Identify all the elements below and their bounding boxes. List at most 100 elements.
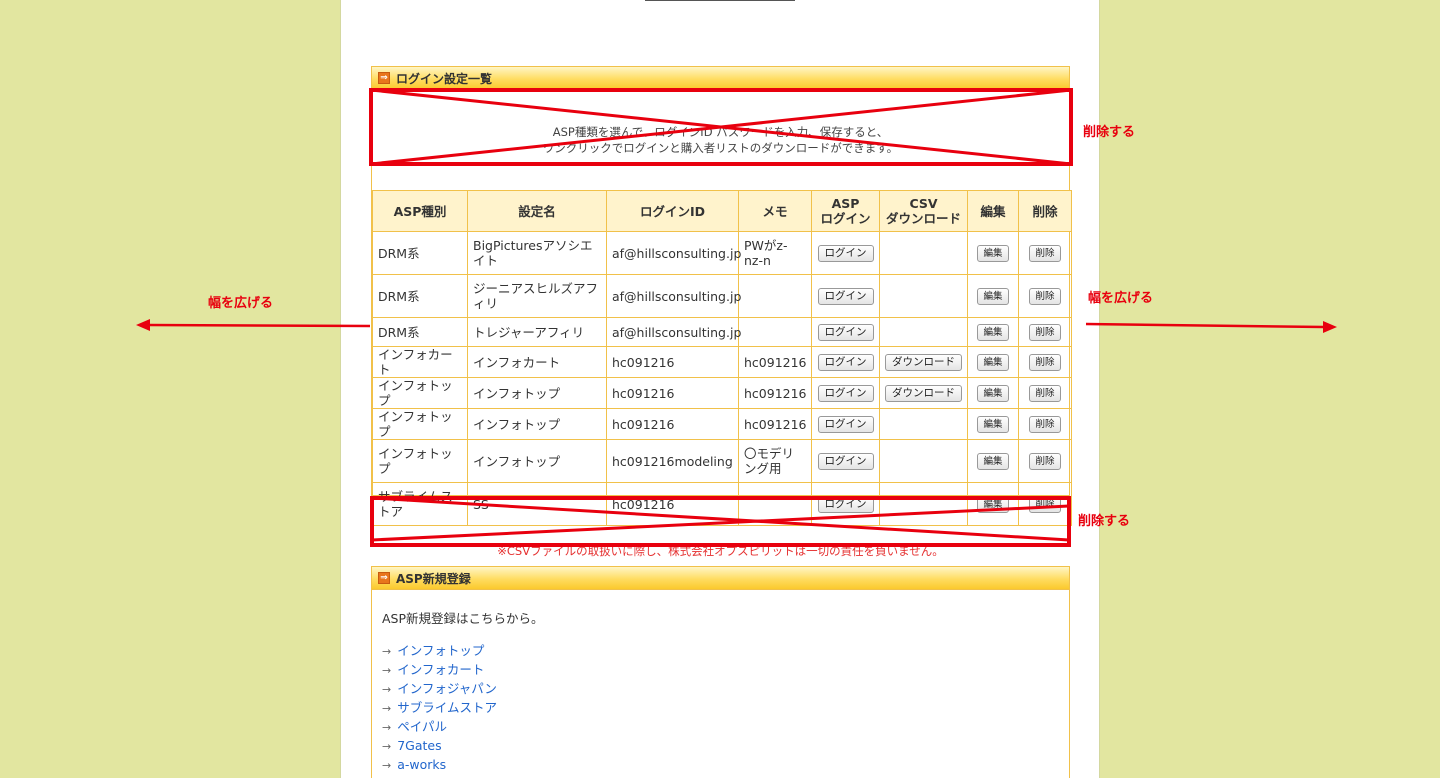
col-asp-type: ASP種別 xyxy=(372,190,468,232)
cell-asp-login: ログイン xyxy=(811,482,880,526)
list-item: → インフォトップ xyxy=(382,641,1059,660)
arrow-right-icon: → xyxy=(382,759,392,772)
list-item: → a-works xyxy=(382,755,1059,774)
delete-button[interactable]: 削除 xyxy=(1029,354,1061,371)
cell-login-id: af@hillsconsulting.jp xyxy=(606,317,741,347)
cell-csv: ダウンロード xyxy=(879,377,968,409)
asp-link[interactable]: インフォトップ xyxy=(397,643,484,658)
cell-asp-login: ログイン xyxy=(811,274,880,318)
arrow-right-box-icon: ⇒ xyxy=(378,572,390,584)
delete-button[interactable]: 削除 xyxy=(1029,288,1061,305)
col-memo: メモ xyxy=(738,190,812,232)
delete-button[interactable]: 削除 xyxy=(1029,324,1061,341)
cell-setting-name: BigPicturesアソシエイト xyxy=(467,231,607,275)
cell-asp-type: インフォカート xyxy=(372,346,468,378)
cell-edit: 編集 xyxy=(967,408,1019,440)
asp-register-title: ASP新規登録 xyxy=(396,571,471,586)
cell-asp-login: ログイン xyxy=(811,439,880,483)
cell-csv xyxy=(879,408,968,440)
edit-button[interactable]: 編集 xyxy=(977,496,1009,513)
cell-memo xyxy=(738,482,812,526)
cell-delete: 削除 xyxy=(1018,377,1072,409)
asp-link[interactable]: ペイパル xyxy=(397,719,447,734)
table-row: サブライムストア SS hc091216 ログイン 編集 削除 xyxy=(372,482,1072,526)
cell-asp-login: ログイン xyxy=(811,346,880,378)
delete-button[interactable]: 削除 xyxy=(1029,496,1061,513)
table-row: DRM系 ジーニアスヒルズアフィリ af@hillsconsulting.jp ログイ… xyxy=(372,274,1072,318)
login-button[interactable]: ログイン xyxy=(817,288,874,305)
asp-link[interactable]: サブライムストア xyxy=(397,700,497,715)
arrow-right-icon: → xyxy=(382,721,392,734)
cell-memo xyxy=(738,274,812,318)
delete-button[interactable]: 削除 xyxy=(1029,453,1061,470)
cell-edit: 編集 xyxy=(967,439,1019,483)
login-button[interactable]: ログイン xyxy=(817,496,874,513)
cell-asp-type: サブライムストア xyxy=(372,482,468,526)
cell-setting-name: インフォトップ xyxy=(467,439,607,483)
asp-register-header: ⇒ ASP新規登録 xyxy=(372,567,1069,590)
asp-link-list: → インフォトップ → インフォカート → インフォジャパン → サブライムストア → ペイパル →… xyxy=(382,641,1059,774)
main-content-area: ⇒ ログイン設定一覧 ASP種類を選んで、ログインID パスワードを入力、保存す… xyxy=(340,0,1100,778)
edit-button[interactable]: 編集 xyxy=(977,245,1009,262)
edit-button[interactable]: 編集 xyxy=(977,416,1009,433)
arrow-right-head-icon xyxy=(1323,321,1337,333)
login-button[interactable]: ログイン xyxy=(817,324,874,341)
login-button[interactable]: ログイン xyxy=(817,245,874,262)
asp-link[interactable]: インフォジャパン xyxy=(397,681,497,696)
widen-arrow-left xyxy=(147,323,371,328)
login-button[interactable]: ログイン xyxy=(817,385,874,402)
cell-login-id: hc091216 xyxy=(606,346,739,378)
col-csv-download: CSV ダウンロード xyxy=(879,190,968,232)
list-item: → インフォカート xyxy=(382,660,1059,679)
cell-csv xyxy=(879,231,968,275)
cell-asp-login: ログイン xyxy=(811,317,880,347)
cell-csv xyxy=(879,317,968,347)
cell-memo: 〇モデリング用 xyxy=(738,439,812,483)
cell-memo: hc091216 xyxy=(738,346,812,378)
csv-download-button[interactable]: ダウンロード xyxy=(885,385,962,402)
arrow-right-icon: → xyxy=(382,702,392,715)
cell-login-id: hc091216 xyxy=(606,377,739,409)
login-button[interactable]: ログイン xyxy=(817,354,874,371)
asp-register-panel: ⇒ ASP新規登録 ASP新規登録はこちらから。 → インフォトップ → インフォカー… xyxy=(371,566,1070,778)
cell-asp-type: インフォトップ xyxy=(372,439,468,483)
login-button[interactable]: ログイン xyxy=(817,453,874,470)
delete-note-bottom: 削除する xyxy=(1078,513,1131,528)
cell-memo: PWがz-nz-n xyxy=(738,231,812,275)
login-settings-panel: ⇒ ログイン設定一覧 ASP種類を選んで、ログインID パスワードを入力、保存す… xyxy=(371,66,1072,558)
asp-link[interactable]: 7Gates xyxy=(397,738,441,753)
edit-button[interactable]: 編集 xyxy=(977,324,1009,341)
cell-csv xyxy=(879,274,968,318)
edit-button[interactable]: 編集 xyxy=(977,354,1009,371)
csv-download-button[interactable]: ダウンロード xyxy=(885,354,962,371)
edit-button[interactable]: 編集 xyxy=(977,453,1009,470)
edit-button[interactable]: 編集 xyxy=(977,385,1009,402)
delete-button[interactable]: 削除 xyxy=(1029,245,1061,262)
info-line-1: ASP種類を選んで、ログインID パスワードを入力、保存すると、 xyxy=(552,125,889,139)
list-item: → インフォジャパン xyxy=(382,679,1059,698)
asp-link[interactable]: インフォカート xyxy=(397,662,484,677)
cell-asp-type: インフォトップ xyxy=(372,377,468,409)
cell-asp-type: インフォトップ xyxy=(372,408,468,440)
asp-link[interactable]: a-works xyxy=(397,757,446,772)
cell-setting-name: インフォトップ xyxy=(467,377,607,409)
edit-button[interactable]: 編集 xyxy=(977,288,1009,305)
arrow-right-icon: → xyxy=(382,645,392,658)
list-item: → 7Gates xyxy=(382,736,1059,755)
delete-button[interactable]: 削除 xyxy=(1029,385,1061,402)
cell-memo: hc091216 xyxy=(738,377,812,409)
col-edit: 編集 xyxy=(967,190,1019,232)
cell-asp-type: DRM系 xyxy=(372,317,468,347)
cell-delete: 削除 xyxy=(1018,482,1072,526)
cell-setting-name: インフォカート xyxy=(467,346,607,378)
cell-delete: 削除 xyxy=(1018,346,1072,378)
table-row: DRM系 トレジャーアフィリ af@hillsconsulting.jp ログイン 編集… xyxy=(372,317,1072,347)
delete-button[interactable]: 削除 xyxy=(1029,416,1061,433)
login-button[interactable]: ログイン xyxy=(817,416,874,433)
cell-edit: 編集 xyxy=(967,346,1019,378)
widen-note-right: 幅を広げる xyxy=(1088,290,1154,305)
info-message: ASP種類を選んで、ログインID パスワードを入力、保存すると、 ワンクリックで… xyxy=(372,90,1069,190)
info-line-2: ワンクリックでログインと購入者リストのダウンロードができます。 xyxy=(542,141,899,155)
login-settings-header: ⇒ ログイン設定一覧 xyxy=(372,67,1069,90)
arrow-right-icon: → xyxy=(382,664,392,677)
